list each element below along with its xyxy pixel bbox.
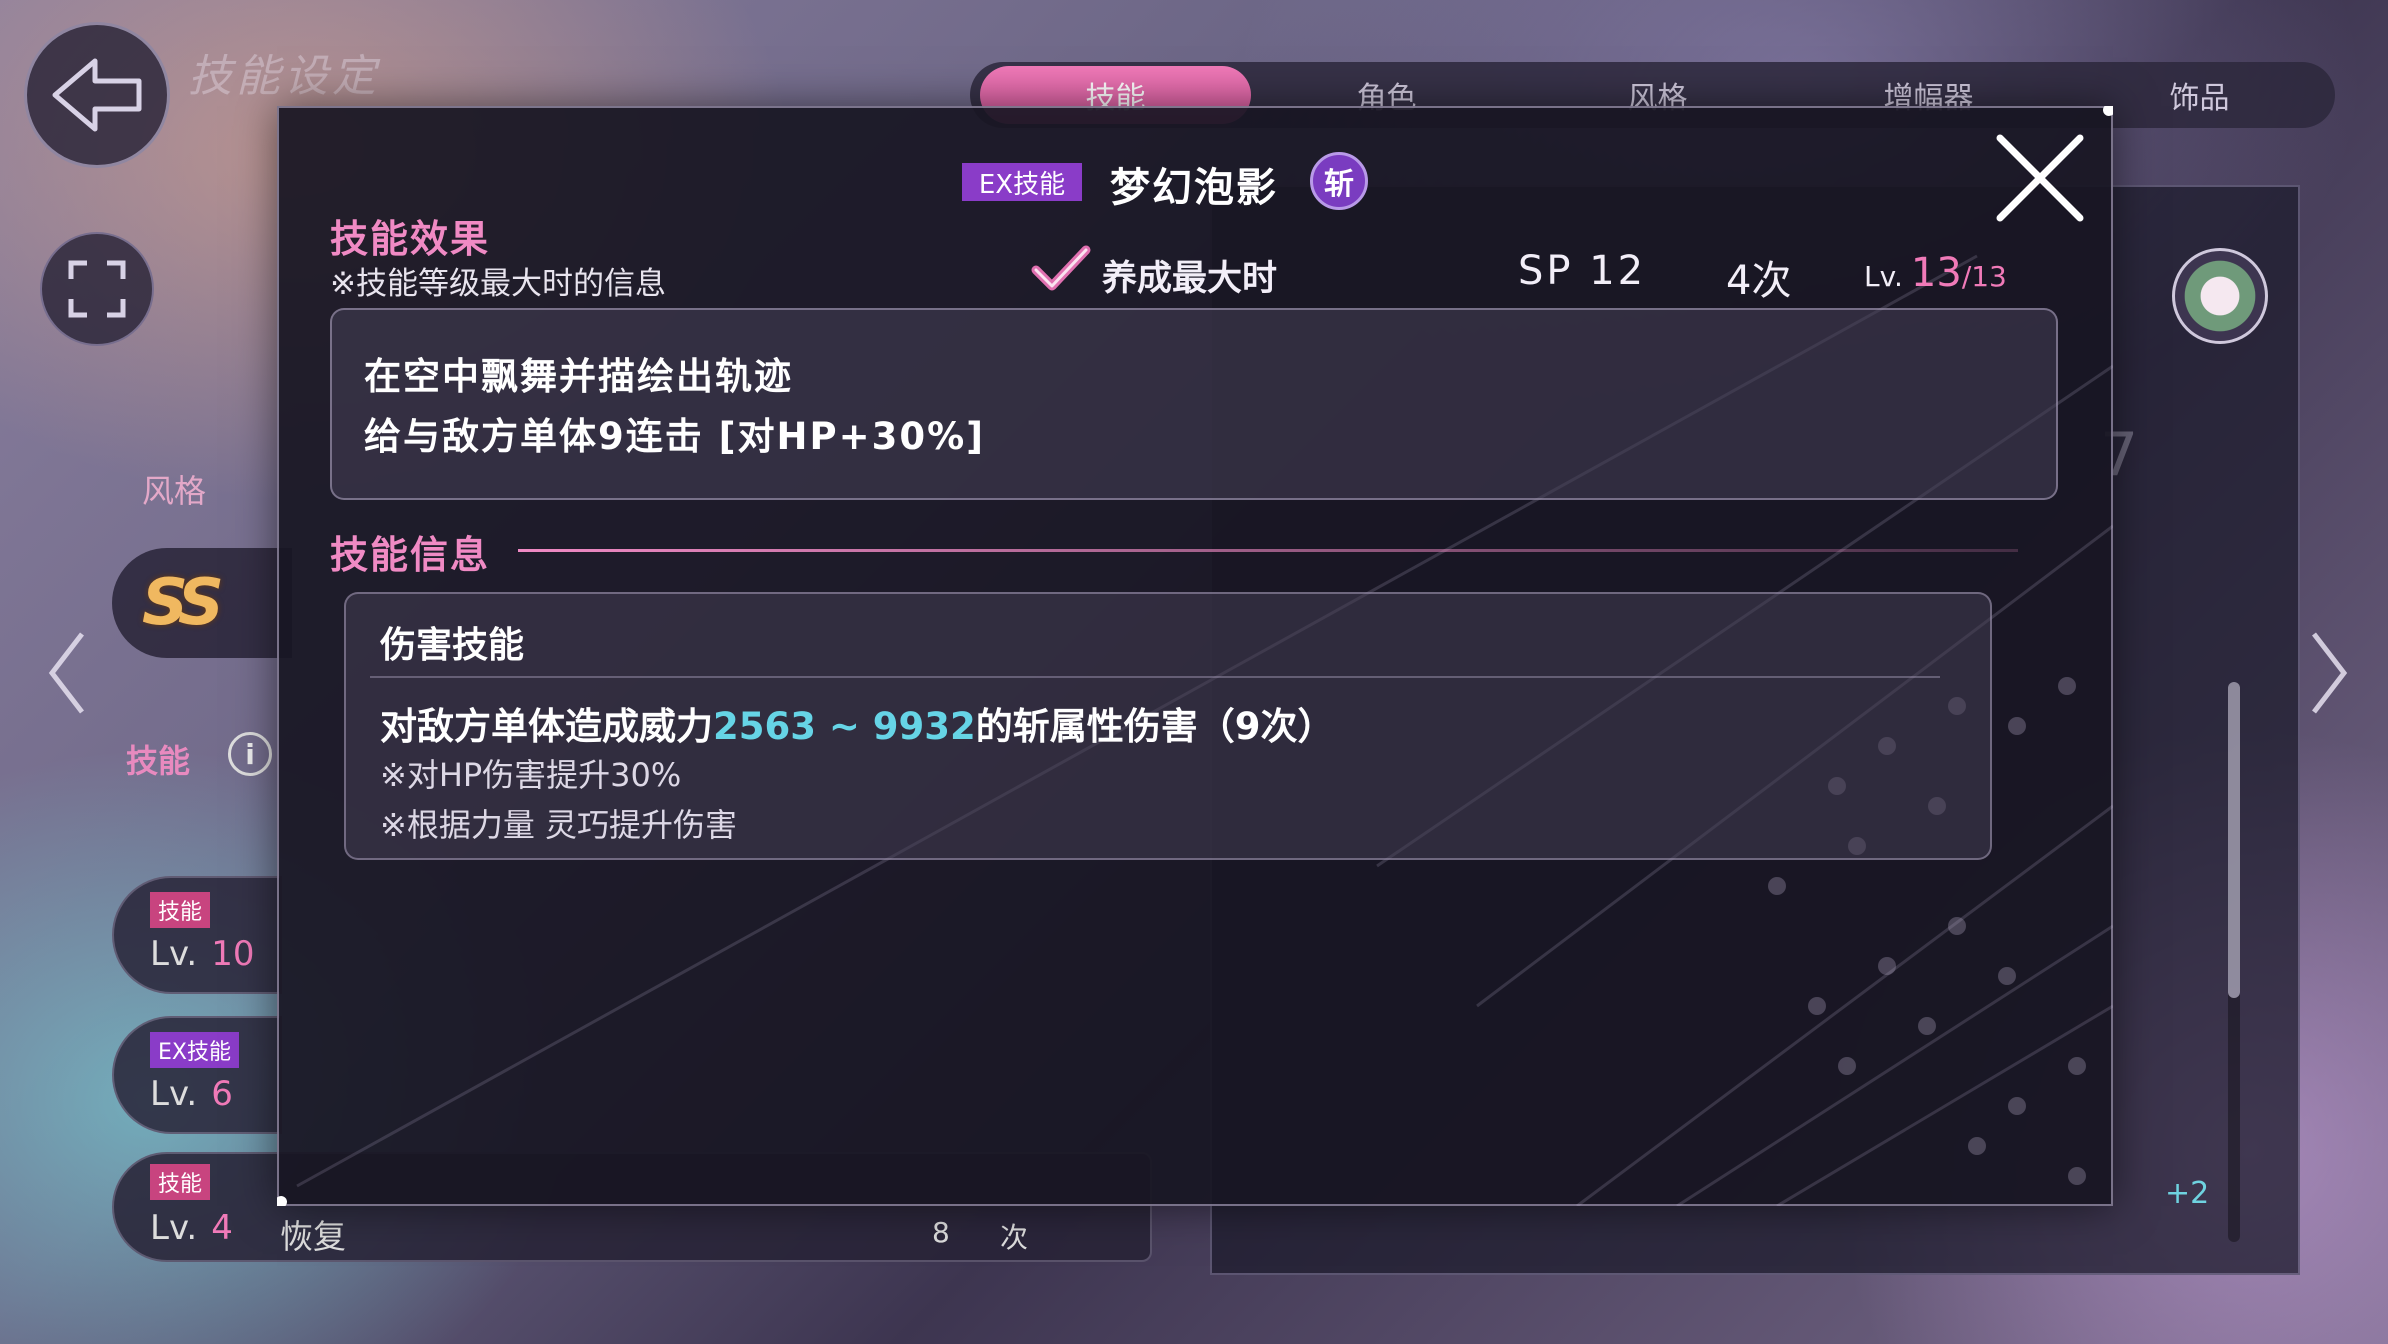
chevron-left-icon[interactable] <box>42 628 92 718</box>
skill-name: 梦幻泡影 <box>1110 165 1278 211</box>
effect-note: ※技能等级最大时的信息 <box>330 266 666 302</box>
expand-button[interactable] <box>40 232 154 346</box>
use-count: 4次 <box>1726 258 1792 304</box>
max-growth-toggle-label[interactable]: 养成最大时 <box>1102 250 1277 301</box>
slot-level: Lv. 10 <box>150 934 255 974</box>
flower-emblem-icon <box>2172 248 2268 344</box>
slot-level: Lv. 4 <box>150 1208 233 1248</box>
sp-cost: SP 12 <box>1518 248 1647 294</box>
skill-level: Lv. 13/13 <box>1864 250 2007 296</box>
effect-section-title: 技能效果 <box>330 217 491 261</box>
slot-tag: 技能 <box>150 1164 211 1200</box>
style-rank-badge[interactable]: SS <box>112 548 292 658</box>
skill-description-box: 在空中飘舞并描绘出轨迹 给与敌方单体9连击 [对HP+30%] <box>330 308 2058 500</box>
section-divider <box>518 549 2018 552</box>
attribute-badge: 斩 <box>1310 152 1368 210</box>
slot-tag: EX技能 <box>150 1032 239 1068</box>
style-label: 风格 <box>142 472 207 510</box>
info-section-title: 技能信息 <box>330 533 491 577</box>
chevron-right-icon[interactable] <box>2304 628 2354 718</box>
back-button[interactable] <box>24 22 170 168</box>
close-x-icon[interactable] <box>1990 128 2090 228</box>
damage-range: 2563 ~ 9932 <box>713 705 976 748</box>
damage-heading: 伤害技能 <box>380 625 525 666</box>
damage-line: 对敌方单体造成威力2563 ~ 9932的斩属性伤害（9次） <box>380 705 1335 748</box>
damage-note: ※根据力量 灵巧提升伤害 <box>380 806 737 844</box>
divider <box>370 676 1940 678</box>
slot-tag: 技能 <box>150 892 211 928</box>
skill-slot-1[interactable]: 技能 Lv. 10 <box>112 876 282 994</box>
ex-skill-tag: EX技能 <box>962 163 1082 201</box>
checkmark-icon[interactable] <box>1030 244 1092 294</box>
arrow-left-icon <box>52 58 142 132</box>
skill-slot-2[interactable]: EX技能 Lv. 6 <box>112 1016 282 1134</box>
slot-count-unit: 次 <box>1000 1221 1029 1254</box>
bonus-value: +2 <box>2165 1176 2210 1211</box>
expand-icon <box>68 260 126 318</box>
description-line: 给与敌方单体9连击 [对HP+30%] <box>364 415 986 458</box>
skill-label: 技能 <box>126 742 191 780</box>
slot-count: 8 <box>932 1216 950 1249</box>
description-line: 在空中飘舞并描绘出轨迹 <box>364 355 793 398</box>
damage-note: ※对HP伤害提升30% <box>380 756 682 794</box>
style-rank: SS <box>142 566 224 640</box>
info-icon[interactable]: i <box>228 732 272 776</box>
slot-level: Lv. 6 <box>150 1074 233 1114</box>
slot-type: 恢复 <box>280 1217 346 1256</box>
scrollbar-thumb[interactable] <box>2228 682 2240 998</box>
screen-title: 技能设定 <box>188 51 380 102</box>
